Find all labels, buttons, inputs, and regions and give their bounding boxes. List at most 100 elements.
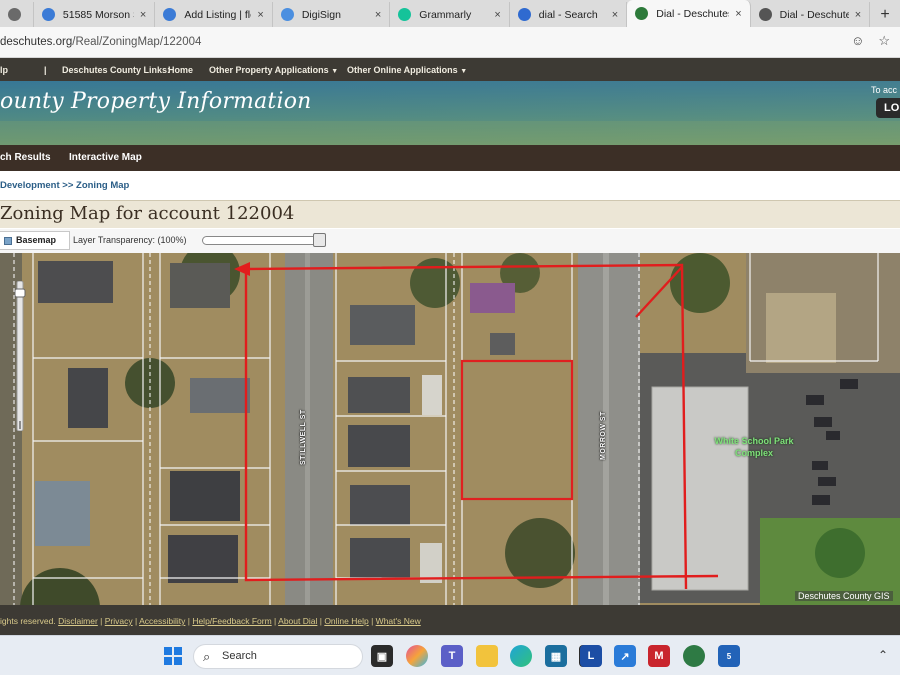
messaging-icon[interactable]: 5 xyxy=(718,645,740,667)
house-roof xyxy=(350,538,410,578)
building-northeast xyxy=(766,293,836,363)
browser-tab-title: Grammarly xyxy=(419,8,472,21)
notification-badge: 5 xyxy=(726,651,732,661)
footer-link-whats-new[interactable]: What's New xyxy=(376,616,421,626)
os-taskbar: ⌕ Search ▣ T ▦ ◆ L ↗ M 5 ⌃ xyxy=(0,635,900,675)
tab-search-icon xyxy=(517,8,531,21)
nav-other-property-label: Other Property Applications xyxy=(209,64,329,75)
street-label-morrow: MORROW ST xyxy=(600,411,607,460)
address-bar-actions: ☺ ☆ xyxy=(851,33,890,49)
browser-tab-1[interactable]: - lc xyxy=(0,2,34,27)
nav-other-online-label: Other Online Applications xyxy=(347,64,458,75)
shed-roof xyxy=(490,333,515,355)
browser-tab-title: Add Listing | flexm xyxy=(184,8,251,21)
copilot-icon[interactable] xyxy=(406,645,428,667)
url-field[interactable]: deschutes.org/Real/ZoningMap/122004 xyxy=(0,32,900,53)
banner-title: ounty Property Information xyxy=(0,89,312,114)
login-button[interactable]: LO xyxy=(876,98,900,118)
tray-chevron-up-icon[interactable]: ⌃ xyxy=(878,648,888,662)
task-view-icon[interactable]: ▣ xyxy=(371,645,393,667)
house-roof xyxy=(68,368,108,428)
app-l-icon[interactable]: L xyxy=(580,645,602,667)
house-roof xyxy=(350,305,415,345)
favorite-star-icon[interactable]: ☆ xyxy=(878,33,890,49)
remote-desktop-icon[interactable]: ↗ xyxy=(614,645,636,667)
browser-tab-5[interactable]: Grammarly × xyxy=(390,2,510,27)
browser-tab-6[interactable]: dial - Search × xyxy=(510,2,628,27)
browser-tab-8[interactable]: Dial - Deschutes C × xyxy=(751,2,871,27)
browser-tab-4[interactable]: DigiSign × xyxy=(273,2,391,27)
nav-other-property-apps[interactable]: Other Property Applications ▼ xyxy=(209,65,338,75)
tab-globe-icon xyxy=(41,8,55,21)
browser-tab-title: Dial - Deschutes C xyxy=(656,7,730,20)
close-icon[interactable]: × xyxy=(735,8,741,20)
site-footer: ights reserved. Disclaimer | Privacy | A… xyxy=(0,605,900,635)
footer-link-disclaimer[interactable]: Disclaimer xyxy=(58,616,98,626)
nav-other-online-apps[interactable]: Other Online Applications ▼ xyxy=(347,65,467,75)
tab-interactive-map[interactable]: Interactive Map xyxy=(69,152,142,163)
footer-link-help[interactable]: Online Help xyxy=(324,616,368,626)
browser-tab-title: dial - Search xyxy=(538,8,598,21)
close-icon[interactable]: × xyxy=(140,9,146,21)
page-title: Zoning Map for account 122004 xyxy=(0,203,295,224)
extensions-icon[interactable]: ☺ xyxy=(851,33,864,49)
map-credit: Deschutes County GIS xyxy=(795,591,893,601)
windows-start-icon[interactable] xyxy=(162,645,184,667)
close-icon[interactable]: × xyxy=(375,9,381,21)
taskbar-search-label: Search xyxy=(222,650,257,662)
site-sub-nav: ch Results Interactive Map xyxy=(0,145,900,171)
house-roof xyxy=(190,378,250,413)
basemap-label: Basemap xyxy=(16,235,57,245)
close-icon[interactable]: × xyxy=(855,9,861,21)
tab-dial-icon xyxy=(635,7,649,20)
tab-search-results[interactable]: ch Results xyxy=(0,152,51,163)
transparency-slider-track[interactable] xyxy=(202,236,326,245)
zoom-slider-graphic xyxy=(14,281,26,431)
chevron-down-icon: ▼ xyxy=(331,67,339,75)
windows-logo xyxy=(164,647,182,665)
tab-globe-icon xyxy=(163,8,177,21)
house-roof xyxy=(348,377,410,413)
browser-tab-title: Dial - Deschutes C xyxy=(779,8,849,21)
mcafee-icon[interactable]: M xyxy=(648,645,670,667)
tree xyxy=(410,258,460,308)
zoom-slider[interactable] xyxy=(14,281,26,431)
file-explorer-icon[interactable] xyxy=(476,645,498,667)
footer-link-accessibility[interactable]: Accessibility xyxy=(139,616,185,626)
tab-digisign-icon xyxy=(280,8,294,21)
taskbar-search-box[interactable]: ⌕ Search xyxy=(193,644,363,669)
edge-browser-icon[interactable] xyxy=(510,645,532,667)
transparency-slider-thumb[interactable] xyxy=(313,233,326,247)
site-banner: ounty Property Information To acc LO xyxy=(0,81,900,145)
nav-home-link[interactable]: Home xyxy=(168,65,193,75)
new-tab-button[interactable]: + xyxy=(870,2,900,27)
map-toolbar: Basemap Layer Transparency: (100%) xyxy=(0,229,900,253)
browser-tab-title: DigiSign xyxy=(301,8,341,21)
tab-globe-icon xyxy=(758,8,772,21)
tree xyxy=(670,253,730,313)
basemap-button[interactable]: Basemap xyxy=(0,231,70,250)
teams-icon[interactable]: T xyxy=(441,645,463,667)
close-icon[interactable]: × xyxy=(257,9,263,21)
footer-link-about[interactable]: About Dial xyxy=(278,616,317,626)
house-roof xyxy=(350,485,410,525)
house-roof xyxy=(170,471,240,521)
close-icon[interactable]: × xyxy=(494,9,500,21)
browser-tab-3[interactable]: Add Listing | flexm × xyxy=(155,2,273,27)
browser-tab-7[interactable]: Dial - Deschutes C × xyxy=(627,0,751,27)
breadcrumb[interactable]: Development >> Zoning Map xyxy=(0,180,129,191)
footer-link-feedback[interactable]: Help/Feedback Form xyxy=(192,616,271,626)
house-roof xyxy=(348,425,410,467)
nav-county-links-label: Deschutes County Links: xyxy=(62,64,171,75)
footer-link-privacy[interactable]: Privacy xyxy=(105,616,133,626)
school-building xyxy=(652,387,748,590)
nav-help-link[interactable]: lp xyxy=(0,65,8,75)
browser-tab-strip: - lc 51585 Morson St × Add Listing | flexm ×… xyxy=(0,0,900,27)
school-label: White School Park Complex xyxy=(714,436,794,458)
dial-app-icon[interactable] xyxy=(683,645,705,667)
url-path: /Real/ZoningMap/122004 xyxy=(72,36,202,48)
zoning-map[interactable]: STILLWELL ST MORROW ST White School Park… xyxy=(0,253,900,605)
browser-tab-2[interactable]: 51585 Morson St × xyxy=(34,2,156,27)
outlook-calendar-icon[interactable]: ▦ xyxy=(545,645,567,667)
close-icon[interactable]: × xyxy=(612,9,618,21)
